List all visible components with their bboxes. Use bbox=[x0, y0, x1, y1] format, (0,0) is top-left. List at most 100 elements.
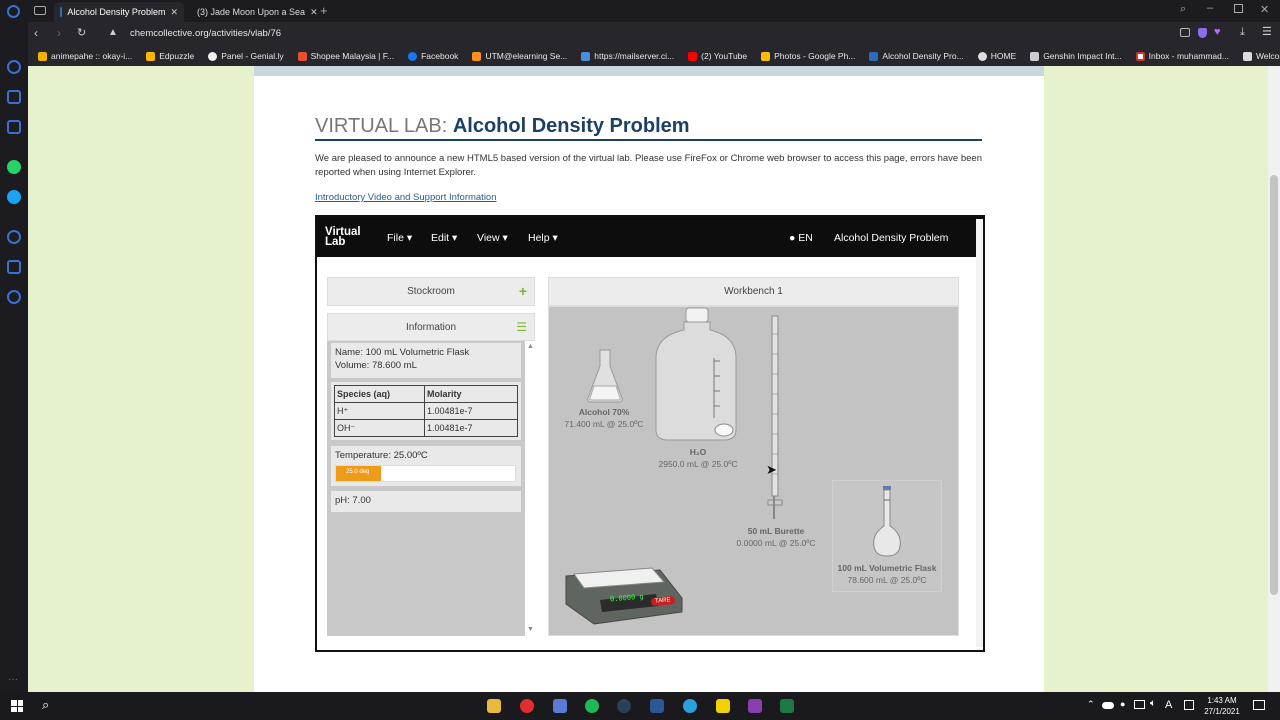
menu-lines-icon[interactable]: ☰ bbox=[516, 320, 527, 334]
app-purple-icon[interactable] bbox=[748, 699, 762, 713]
information-header[interactable]: Information ☰ bbox=[327, 313, 535, 341]
language-indicator[interactable]: A bbox=[1165, 699, 1172, 711]
alcohol-label: Alcohol 70% 71.400 mL @ 25.0ºC bbox=[564, 407, 644, 429]
bookmark-item[interactable]: UTM@elearning Se... bbox=[472, 51, 567, 61]
reload-icon[interactable]: ↻ bbox=[77, 26, 86, 39]
bag-icon[interactable] bbox=[7, 90, 21, 104]
telegram-icon[interactable] bbox=[683, 699, 697, 713]
sticky-notes-icon[interactable] bbox=[716, 699, 730, 713]
bookmark-item[interactable]: Shopee Malaysia | F... bbox=[297, 51, 394, 61]
bookmark-item[interactable]: Photos - Google Ph... bbox=[761, 51, 855, 61]
mic-icon[interactable]: ● bbox=[1120, 699, 1125, 709]
opera-taskbar-icon[interactable] bbox=[520, 699, 534, 713]
volume-icon[interactable]: 🔈︎ bbox=[1150, 698, 1156, 709]
steam-icon[interactable] bbox=[617, 699, 631, 713]
bookmark-item[interactable]: https://mailserver.ci... bbox=[581, 51, 674, 61]
scroll-up-icon[interactable]: ▲ bbox=[527, 343, 534, 350]
bookmark-favicon-icon bbox=[869, 51, 879, 61]
info-scrollbar[interactable] bbox=[525, 341, 535, 636]
vlab-scrollbar[interactable] bbox=[976, 219, 983, 647]
bookmark-item[interactable]: (2) YouTube bbox=[688, 51, 747, 61]
burette-label: 50 mL Burette 0.0000 mL @ 25.0ºC bbox=[736, 526, 816, 548]
spotify-icon[interactable] bbox=[585, 699, 599, 713]
close-tab-icon[interactable]: ✕ bbox=[170, 7, 178, 18]
bookmark-item[interactable]: Welcome to Slime... bbox=[1242, 51, 1280, 61]
easy-setup-icon[interactable]: ☰ bbox=[1262, 25, 1272, 38]
bookmark-item[interactable]: animepahe :: okay-i... bbox=[38, 51, 132, 61]
restore-icon[interactable] bbox=[1234, 4, 1243, 13]
warning-icon[interactable]: ▲ bbox=[108, 27, 118, 38]
bookmark-item[interactable]: Facebook bbox=[408, 51, 458, 61]
volumetric-flask-icon[interactable] bbox=[870, 484, 904, 558]
temperature-slider[interactable]: 25.0 deg bbox=[335, 465, 516, 482]
scrollbar-thumb[interactable] bbox=[1270, 175, 1278, 595]
twitter-icon[interactable] bbox=[7, 190, 21, 204]
close-tab-icon[interactable]: ✕ bbox=[310, 7, 318, 18]
forward-icon[interactable]: › bbox=[57, 26, 61, 40]
bookmark-favicon-icon bbox=[208, 51, 218, 61]
support-link[interactable]: Introductory Video and Support Informati… bbox=[315, 192, 497, 203]
search-tabs-icon[interactable]: ⌕ bbox=[1180, 3, 1186, 16]
back-icon[interactable]: ‹ bbox=[34, 26, 38, 40]
whatsapp-icon[interactable] bbox=[7, 160, 21, 174]
erlenmeyer-flask-icon[interactable] bbox=[585, 348, 625, 404]
page-title: VIRTUAL LAB: Alcohol Density Problem bbox=[315, 115, 690, 137]
display-icon[interactable] bbox=[1184, 700, 1194, 710]
menu-view[interactable]: View ▾ bbox=[477, 232, 508, 244]
scroll-down-icon[interactable]: ▼ bbox=[527, 626, 534, 633]
menu-file[interactable]: File ▾ bbox=[387, 232, 412, 244]
temperature-box: Temperature: 25.00ºC 25.0 deg bbox=[331, 446, 521, 486]
add-plus-icon[interactable]: + bbox=[519, 283, 527, 299]
bookmark-item[interactable]: Inbox - muhammad... bbox=[1135, 51, 1229, 61]
language-selector[interactable]: ● EN bbox=[789, 232, 813, 244]
vlab-favicon-icon bbox=[60, 7, 63, 17]
menu-edit[interactable]: Edit ▾ bbox=[431, 232, 457, 244]
file-explorer-icon[interactable] bbox=[487, 699, 501, 713]
stockroom-header[interactable]: Stockroom + bbox=[327, 277, 535, 306]
box-icon[interactable] bbox=[7, 260, 21, 274]
twitch-icon[interactable] bbox=[7, 120, 21, 134]
bookmark-item[interactable]: Edpuzzle bbox=[146, 51, 194, 61]
search-icon[interactable]: ⌕ bbox=[42, 697, 49, 713]
tab-jade-moon[interactable]: (3) Jade Moon Upon a Sea ✕ bbox=[186, 2, 318, 22]
snapshot-icon[interactable] bbox=[1180, 28, 1190, 37]
tray-chevron-icon[interactable]: ⌃ bbox=[1087, 699, 1095, 710]
close-window-icon[interactable]: ✕ bbox=[1260, 3, 1269, 16]
title-underline bbox=[315, 139, 982, 141]
history-icon[interactable] bbox=[7, 230, 21, 244]
bookmark-item[interactable]: Genshin Impact Int... bbox=[1030, 51, 1122, 61]
burette-icon[interactable] bbox=[766, 314, 784, 524]
clock[interactable]: 1:43 AM 27/1/2021 bbox=[1200, 695, 1244, 717]
tab-menu-icon[interactable] bbox=[34, 6, 46, 15]
temperature-fill: 25.0 deg bbox=[336, 466, 381, 481]
download-icon[interactable]: ⤓ bbox=[1240, 26, 1245, 39]
vpn-shield-icon[interactable] bbox=[1198, 28, 1207, 38]
opera-sidebar: ··· bbox=[0, 22, 28, 692]
speed-dial-icon[interactable] bbox=[7, 60, 21, 74]
more-icon[interactable]: ··· bbox=[8, 674, 18, 685]
workbench-header[interactable]: Workbench 1 bbox=[548, 277, 959, 306]
app-taskbar-icon[interactable] bbox=[553, 699, 567, 713]
bookmark-item[interactable]: Alcohol Density Pro... bbox=[869, 51, 964, 61]
bookmark-favicon-icon bbox=[1242, 51, 1252, 61]
start-windows-icon[interactable] bbox=[11, 700, 23, 712]
notification-icon[interactable] bbox=[1253, 700, 1265, 710]
tab-alcohol-density[interactable]: Alcohol Density Problem ✕ bbox=[54, 2, 184, 22]
excel-icon[interactable] bbox=[780, 699, 794, 713]
opera-logo-icon[interactable] bbox=[7, 5, 20, 18]
address-bar[interactable]: chemcollective.org/activities/vlab/76 bbox=[130, 28, 281, 39]
minimize-icon[interactable]: – bbox=[1207, 2, 1213, 14]
bookmark-item[interactable]: HOME bbox=[977, 51, 1016, 61]
visual-studio-icon[interactable] bbox=[650, 699, 664, 713]
bookmark-favicon-icon bbox=[581, 51, 591, 61]
settings-gear-icon[interactable] bbox=[7, 290, 21, 304]
water-carboy-icon[interactable] bbox=[654, 306, 740, 444]
bookmark-favicon-icon bbox=[1030, 51, 1040, 61]
new-tab-plus-icon[interactable]: + bbox=[320, 3, 328, 18]
network-icon[interactable] bbox=[1134, 700, 1145, 709]
bookmark-item[interactable]: Panel - Genial.ly bbox=[208, 51, 284, 61]
heart-icon[interactable]: ♥ bbox=[1214, 26, 1221, 38]
mouse-cursor-icon: ➤ bbox=[766, 462, 777, 477]
menu-help[interactable]: Help ▾ bbox=[528, 232, 558, 244]
cloud-icon[interactable] bbox=[1102, 702, 1114, 709]
